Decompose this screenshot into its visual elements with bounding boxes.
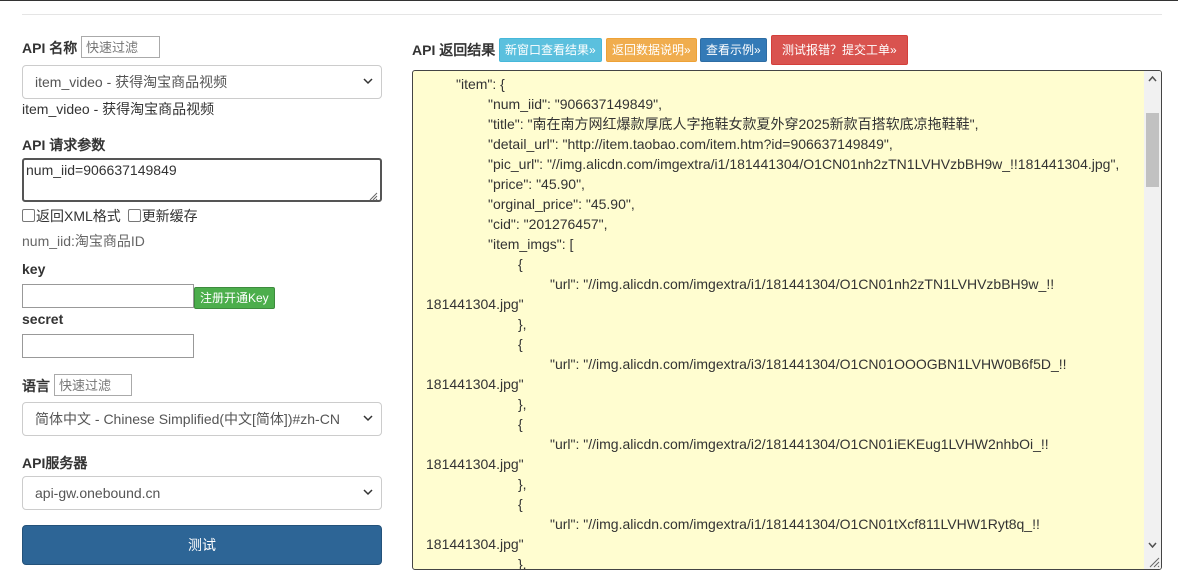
submit-ticket-button[interactable]: 测试报错？提交工单» (771, 35, 908, 65)
resize-grip-icon[interactable] (368, 188, 378, 201)
chevron-down-icon (363, 477, 373, 509)
result-line: { (518, 256, 523, 272)
param-hint: num_iid:淘宝商品ID (22, 233, 145, 249)
xml-checkbox-label: 返回XML格式 (36, 208, 121, 224)
lang-select[interactable]: 简体中文 - Chinese Simplified(中文[简体])#zh-CN (22, 402, 382, 436)
result-line: "cid": "201276457", (488, 216, 608, 232)
result-line: }, (518, 316, 527, 332)
api-select[interactable]: item_video - 获得淘宝商品视频 (22, 65, 382, 99)
register-key-button[interactable]: 注册开通Key (194, 287, 275, 309)
result-line: "item_imgs": [ (488, 236, 574, 252)
cache-checkbox[interactable] (127, 209, 141, 222)
params-label: API 请求参数 (22, 137, 106, 153)
params-value: num_iid=906637149849 (26, 162, 177, 178)
api-select-value: item_video - 获得淘宝商品视频 (35, 74, 228, 90)
data-description-button[interactable]: 返回数据说明» (606, 38, 697, 62)
result-line: "url": "//img.alicdn.com/imgextra/i1/181… (550, 516, 1040, 532)
lang-label: 语言 (22, 378, 50, 394)
api-description: item_video - 获得淘宝商品视频 (22, 101, 215, 117)
result-line: "pic_url": "//img.alicdn.com/imgextra/i1… (488, 156, 1120, 172)
result-line: "item": { (456, 76, 505, 92)
scrollbar-thumb[interactable] (1146, 113, 1159, 187)
result-line: "price": "45.90", (488, 176, 585, 192)
result-scrollbar[interactable] (1144, 71, 1161, 569)
result-line: "orginal_price": "45.90", (488, 196, 635, 212)
api-filter-input[interactable] (81, 36, 160, 58)
resize-grip-icon[interactable] (1147, 555, 1160, 568)
scroll-down-icon[interactable] (1144, 536, 1161, 553)
scroll-up-icon[interactable] (1144, 71, 1161, 88)
result-content: "item": { "num_iid": "906637149849", "ti… (413, 71, 1144, 569)
result-line: }, (518, 556, 527, 569)
key-label: key (22, 261, 46, 277)
open-new-window-button[interactable]: 新窗口查看结果» (499, 38, 602, 62)
result-line: "title": "南在南方网红爆款厚底人字拖鞋女款夏外穿2025新款百搭软底凉… (488, 116, 979, 132)
result-line: "url": "//img.alicdn.com/imgextra/i3/181… (550, 356, 1067, 372)
server-label: API服务器 (22, 455, 88, 471)
chevron-down-icon (363, 66, 373, 98)
key-input[interactable] (22, 284, 194, 308)
view-example-button[interactable]: 查看示例» (700, 38, 767, 62)
result-line: 181441304.jpg" (426, 536, 524, 552)
options-row: 返回XML格式 更新缓存 (22, 206, 198, 226)
result-textarea[interactable]: "item": { "num_iid": "906637149849", "ti… (412, 70, 1162, 570)
result-line: }, (518, 396, 527, 412)
result-line: "url": "//img.alicdn.com/imgextra/i2/181… (550, 436, 1049, 452)
cache-checkbox-label: 更新缓存 (141, 208, 198, 224)
result-line: "url": "//img.alicdn.com/imgextra/i1/181… (550, 276, 1055, 292)
xml-checkbox[interactable] (22, 209, 35, 222)
result-line: 181441304.jpg" (426, 296, 524, 312)
chevron-down-icon (363, 403, 373, 435)
result-line: { (518, 496, 523, 512)
test-button[interactable]: 测试 (22, 525, 382, 565)
divider (22, 14, 1162, 15)
server-select[interactable]: api-gw.onebound.cn (22, 476, 382, 510)
lang-filter-input[interactable] (54, 374, 132, 396)
result-label: API 返回结果 (412, 42, 496, 58)
lang-select-value: 简体中文 - Chinese Simplified(中文[简体])#zh-CN (35, 411, 340, 427)
result-line: { (518, 416, 523, 432)
result-line: 181441304.jpg" (426, 376, 524, 392)
result-line: 181441304.jpg" (426, 456, 524, 472)
top-border (0, 0, 1178, 1)
result-line: "detail_url": "http://item.taobao.com/it… (488, 136, 893, 152)
result-line: { (518, 336, 523, 352)
params-textarea[interactable]: num_iid=906637149849 (22, 158, 382, 202)
api-name-label: API 名称 (22, 40, 78, 56)
result-line: "num_iid": "906637149849", (488, 96, 663, 112)
result-line: }, (518, 476, 527, 492)
server-select-value: api-gw.onebound.cn (35, 485, 161, 501)
secret-label: secret (22, 311, 64, 327)
secret-input[interactable] (22, 334, 194, 358)
